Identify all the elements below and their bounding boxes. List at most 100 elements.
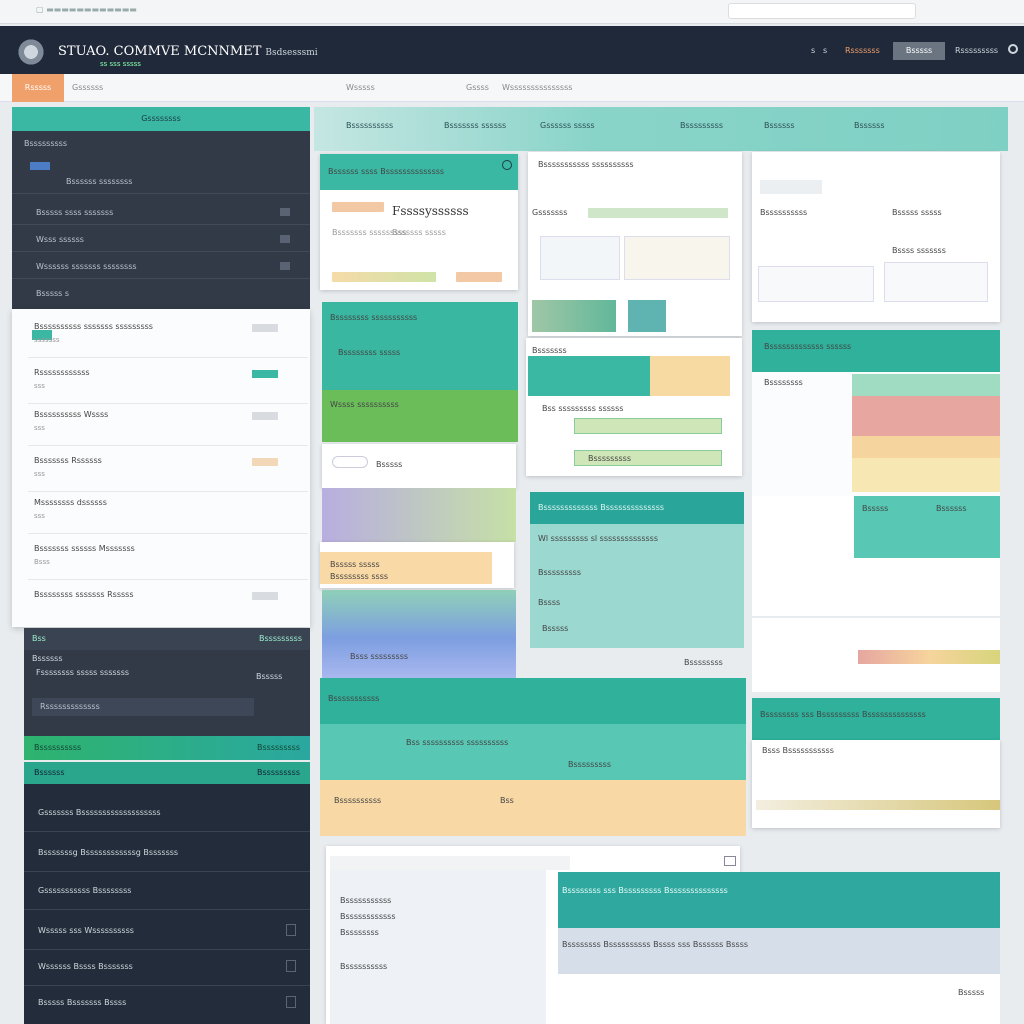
browser-search-field[interactable]	[728, 3, 916, 19]
card-metric-green	[322, 390, 518, 442]
info-title: Bssssss	[32, 654, 63, 663]
feature-line: Bssssss sssss	[392, 228, 446, 237]
sidebar-bottom-row[interactable]: Bsssss Bsssssss Bssss	[24, 984, 310, 1022]
tab-1[interactable]: Bssssssssss	[346, 121, 393, 130]
gradient-card-text: Bsss sssssssss	[350, 652, 409, 661]
sidebar-section-title: Bsssssssss	[24, 139, 67, 148]
bottom-list-item[interactable]: Bssssssss	[340, 928, 379, 937]
feature-bar	[332, 272, 436, 282]
right-box	[884, 262, 988, 302]
sidebar-row[interactable]: Bsssss ssss sssssss	[12, 198, 310, 225]
sidebar-row[interactable]: Wssssss sssssss ssssssss	[12, 252, 310, 279]
subnav-item-4[interactable]: Wsssssssssssssss	[502, 83, 572, 92]
tab-3[interactable]: Gssssss sssss	[540, 121, 595, 130]
tab-4[interactable]: Bsssssssss	[680, 121, 723, 130]
sidebar-header: Gssssssss	[12, 107, 310, 131]
stats-footer: Bssssssss	[684, 658, 723, 667]
right-line: Bssss sssssss	[892, 246, 946, 255]
thumbnail	[532, 300, 616, 332]
info-right: Bsssss	[256, 672, 283, 681]
info-panel-header: Bss Bsssssssss	[24, 628, 310, 650]
list-item[interactable]: Bssssssssss Wssss sss	[28, 400, 308, 446]
tab-6[interactable]: Bssssss	[854, 121, 885, 130]
nav-item-1[interactable]: s	[811, 46, 815, 55]
list-item[interactable]: Rssssssssssss sss	[28, 358, 308, 404]
user-menu[interactable]: Rsssssssss	[955, 46, 998, 55]
card-stats-title: Bsssssssssssss Bssssssssssssss	[538, 503, 665, 512]
info-field[interactable]: Rsssssssssssss	[32, 698, 254, 716]
sidebar-info-panel: Bss Bsssssssss	[24, 628, 310, 736]
subnav-item-3[interactable]: Gssss	[466, 83, 489, 92]
mini-table	[540, 236, 620, 280]
thumbnail	[628, 300, 666, 332]
card-table-title: Bsssssssssss ssssssssss	[538, 160, 634, 169]
list-item[interactable]: Bssssssss sssssss Rsssss	[28, 580, 308, 626]
stats-line: Bsssssssss	[538, 568, 581, 577]
tab-active[interactable]: Rsssss	[12, 74, 64, 102]
brand-logo-icon[interactable]	[14, 37, 48, 67]
sidebar-bottom-row[interactable]: Bsssssssg Bssssssssssssg Bsssssss	[24, 834, 310, 872]
chevron-icon	[280, 235, 290, 243]
orange-text: Bsssss sssss	[330, 560, 380, 569]
content-tab-strip: Bssssssssss Bsssssss ssssss Gssssss ssss…	[314, 107, 1008, 151]
list-highlight	[528, 356, 650, 396]
sidebar-bottom-row[interactable]: Wssssss Bssss Bsssssss	[24, 948, 310, 986]
metric-title: Bssssssss sssss	[338, 348, 401, 357]
tab-5[interactable]: Bssssss	[764, 121, 795, 130]
stats-line: Bssss	[538, 598, 561, 607]
right5-line: Bsss Bsssssssssss	[762, 746, 834, 755]
bottom-list-item[interactable]: Bssssssssssss	[340, 912, 396, 921]
right-line: Bssssssssss	[760, 208, 808, 217]
bottom-toolbar	[330, 856, 570, 870]
close-icon[interactable]	[502, 160, 512, 170]
sidebar-bottom-row[interactable]: Wsssss sss Wssssssssss	[24, 912, 310, 950]
toggle[interactable]	[332, 456, 368, 468]
list-item[interactable]: Bsssssss Rssssss sss	[28, 446, 308, 492]
settings-icon[interactable]	[1008, 44, 1018, 54]
subnav-item-2[interactable]: Wsssss	[346, 83, 375, 92]
info-line: Fssssssss sssss sssssss	[36, 668, 130, 677]
feature-bar	[456, 272, 502, 282]
orange-text: Bssssssss ssss	[330, 572, 389, 581]
wide-row-text: Bss ssssssssss ssssssssss	[406, 738, 509, 747]
edit-icon[interactable]	[286, 960, 296, 972]
metric-sub: Wssss ssssssssss	[330, 400, 399, 409]
url-text[interactable]: ▢ ▬▬▬▬▬▬▬▬▬▬▬▬	[36, 5, 137, 14]
card-list-header: Bsssssss	[532, 346, 567, 355]
nav-item-3[interactable]: Rsssssss	[845, 46, 880, 55]
bottom-right-cell: Bsssss	[958, 988, 985, 997]
bottom-list-item[interactable]: Bsssssssssss	[340, 896, 391, 905]
wide-row-text: Bssssssssss	[334, 796, 382, 805]
right-box	[758, 266, 874, 302]
expand-icon[interactable]	[724, 856, 736, 866]
sidebar-bottom-row[interactable]: Gsssssssssss Bssssssss	[24, 872, 310, 910]
sidebar-row[interactable]: Bsssss s	[12, 279, 310, 306]
progress-row[interactable]	[574, 418, 722, 434]
list-item[interactable]: Mssssssss dssssss sss	[28, 488, 308, 534]
edit-icon[interactable]	[286, 924, 296, 936]
sidebar-row[interactable]: Wsss ssssss	[12, 225, 310, 252]
list-item[interactable]: Bssssssssss sssssss sssssssss sssssss	[28, 312, 308, 358]
feature-thumb	[332, 202, 384, 212]
nav-item-2[interactable]: s	[823, 46, 827, 55]
sidebar-green-bar[interactable]: Bssssssssss Bsssssssss	[24, 736, 310, 760]
list-highlight-2	[650, 356, 730, 396]
right3-title: Bsssss	[862, 504, 889, 513]
list-item[interactable]: Bsssssss ssssss Msssssss Bsss	[28, 534, 308, 580]
right2-band	[852, 374, 1000, 396]
card-wide-row	[320, 724, 746, 780]
right-line: Bsssss sssss	[892, 208, 942, 217]
edit-icon[interactable]	[286, 996, 296, 1008]
sidebar-row[interactable]: Bssssss ssssssss	[12, 167, 310, 194]
sidebar-bottom-row[interactable]: Gsssssss Bsssssssssssssssssss	[24, 794, 310, 832]
sidebar-green-bar-2[interactable]: Bssssss Bsssssssss	[24, 762, 310, 784]
tab-2[interactable]: Bsssssss ssssss	[444, 121, 506, 130]
header-button[interactable]: Bsssss	[893, 42, 945, 60]
bottom-list-item[interactable]: Bssssssssss	[340, 962, 387, 971]
table-header-bar	[588, 208, 728, 218]
card-wide-row-orange	[320, 780, 746, 836]
subnav-item-1[interactable]: Gssssss	[72, 83, 103, 92]
bottom-right-sub	[558, 928, 1000, 974]
right-input[interactable]	[760, 180, 822, 194]
metric-row-text: Bsssss	[376, 460, 403, 469]
